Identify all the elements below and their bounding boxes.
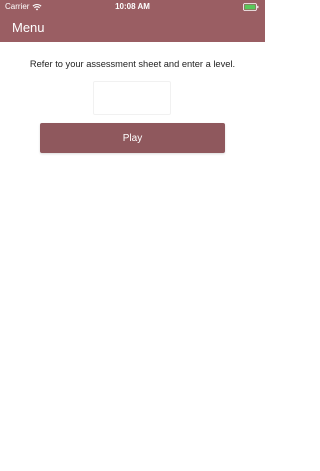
battery-icon: [243, 3, 259, 11]
nav-bar: Menu: [0, 14, 265, 42]
level-input[interactable]: [93, 81, 171, 115]
screen: Carrier 10:08 AM Menu Refer to your asse…: [0, 0, 265, 471]
instruction-text: Refer to your assessment sheet and enter…: [29, 59, 236, 69]
header: Carrier 10:08 AM Menu: [0, 0, 265, 42]
play-button[interactable]: Play: [40, 123, 225, 153]
menu-button[interactable]: Menu: [12, 20, 45, 36]
status-time: 10:08 AM: [115, 2, 150, 11]
status-bar: Carrier 10:08 AM: [0, 0, 265, 14]
